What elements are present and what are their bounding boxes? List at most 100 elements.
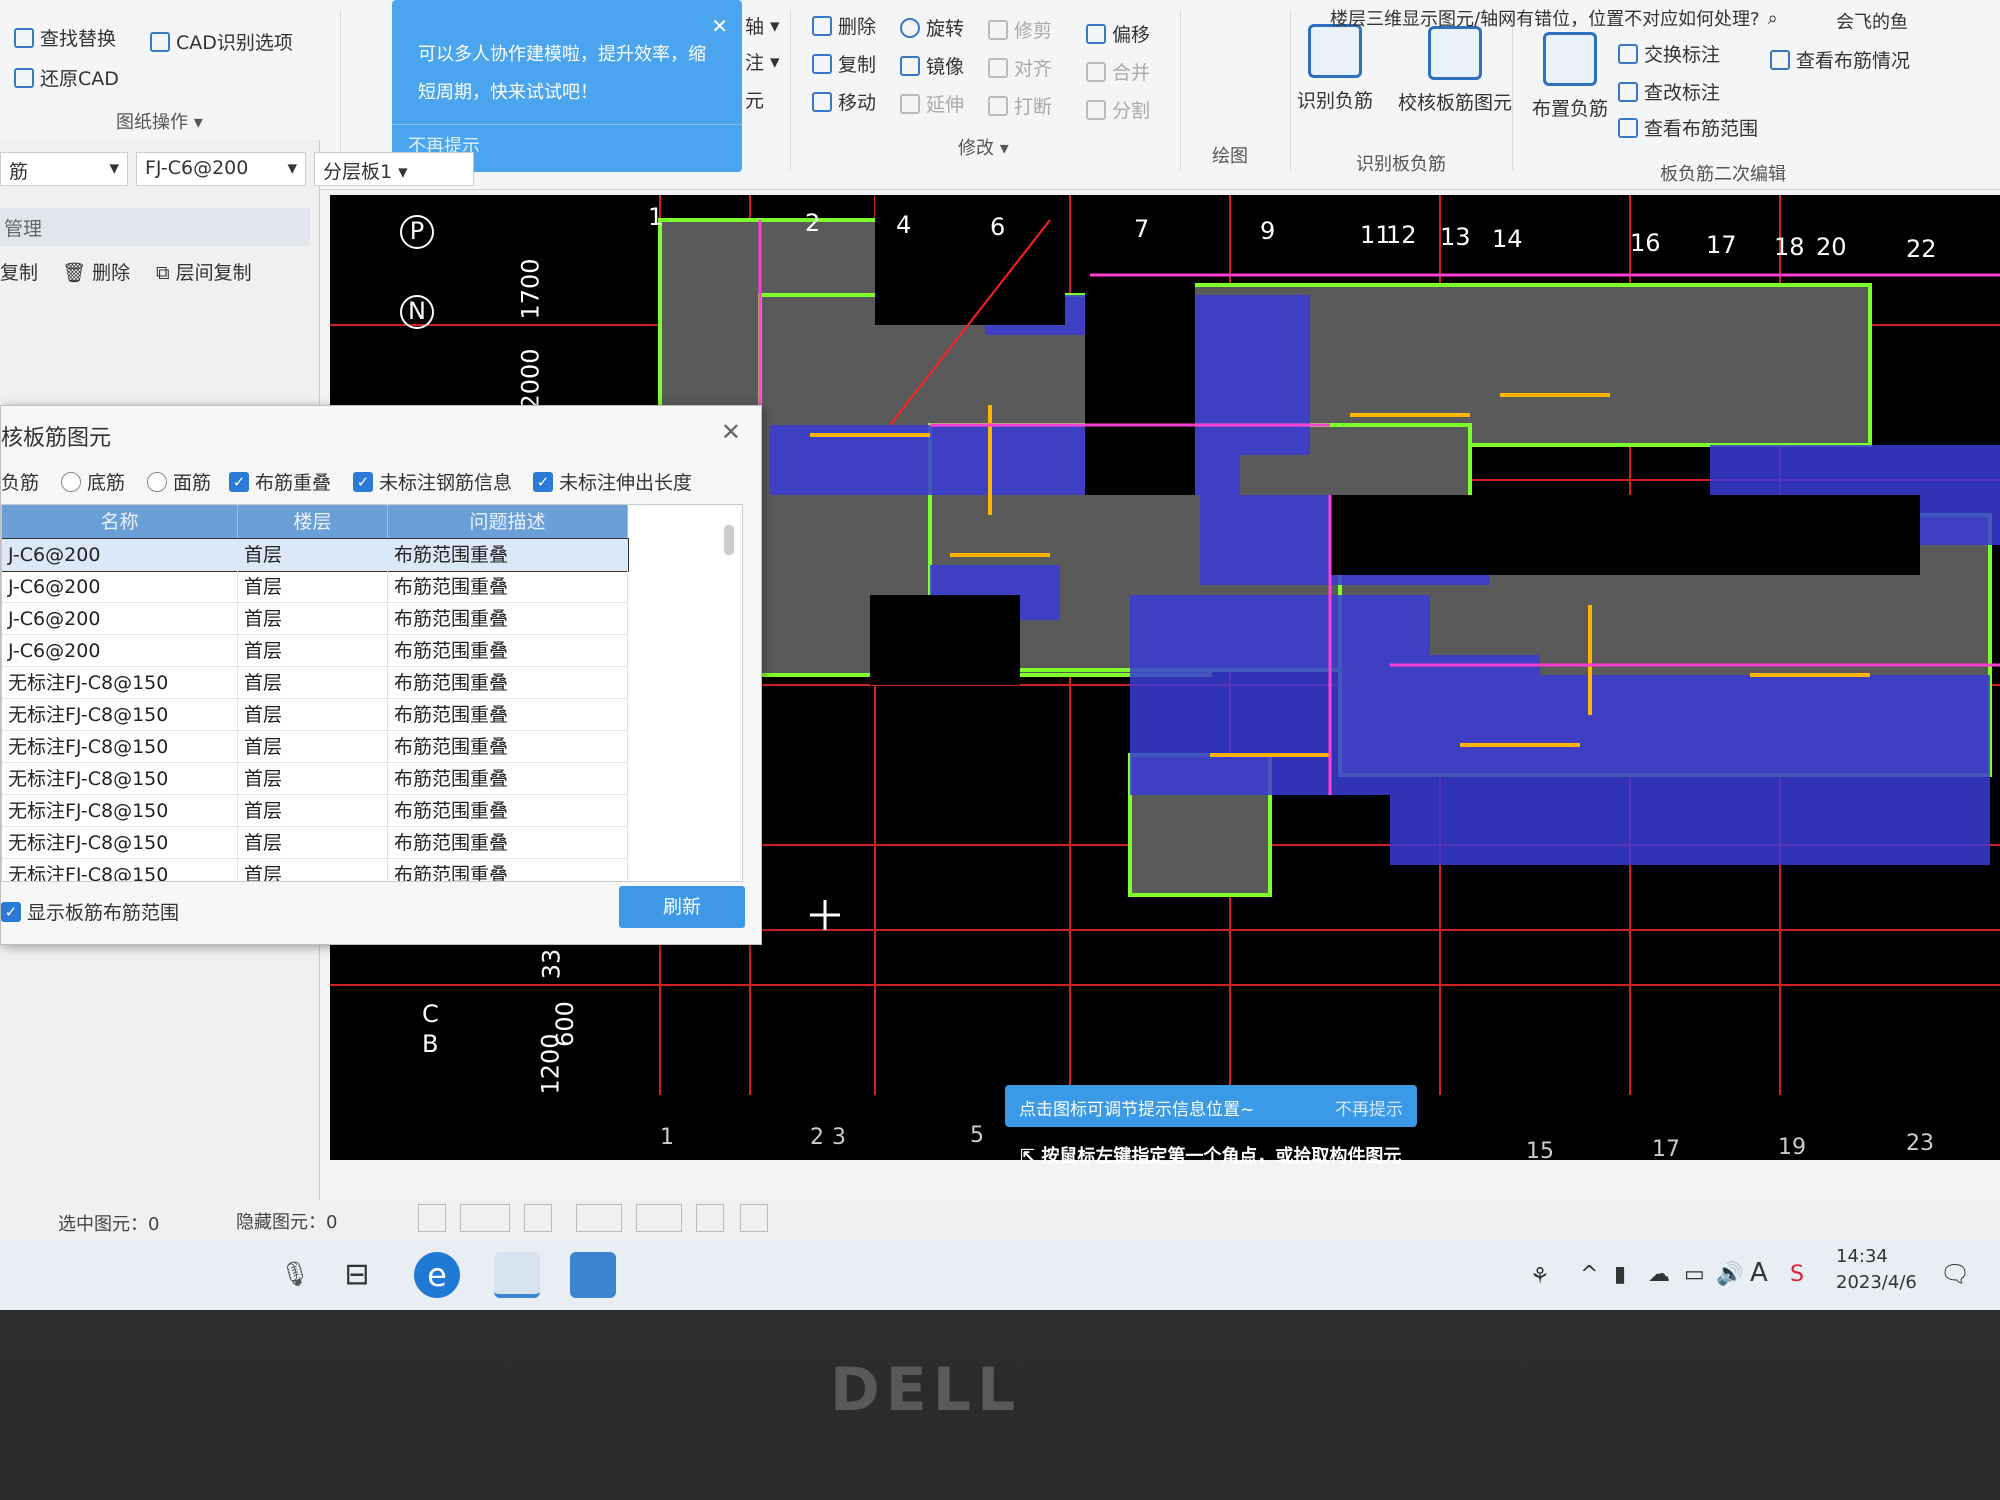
- canvas-tip-bar[interactable]: 点击图标可调节提示信息位置~ 不再提示: [1005, 1085, 1417, 1127]
- copy-tool-button[interactable]: 复制: [0, 258, 38, 285]
- move-button[interactable]: 移动: [812, 88, 876, 115]
- option-bottom-rebar[interactable]: 底筋: [61, 468, 125, 495]
- user-name[interactable]: 会飞的鱼: [1836, 8, 1908, 34]
- break-button[interactable]: 打断: [988, 92, 1052, 119]
- clock-time[interactable]: 14:34: [1836, 1246, 1888, 1267]
- sogou-input-icon[interactable]: S: [1790, 1262, 1804, 1287]
- find-replace-button[interactable]: 查找替换: [14, 24, 116, 51]
- restore-cad-button[interactable]: 还原CAD: [14, 64, 119, 91]
- view-rebar-range-button[interactable]: 查看布筋范围: [1618, 114, 1758, 141]
- close-icon[interactable]: ✕: [711, 14, 728, 38]
- identify-negative-rebar-button[interactable]: 识别负筋: [1280, 24, 1390, 113]
- arc-icon[interactable]: [740, 1204, 768, 1232]
- group-modify[interactable]: 修改 ▾: [958, 134, 1009, 160]
- option-top-rebar[interactable]: 面筋: [147, 468, 211, 495]
- help-search-bar[interactable]: 楼层三维显示图元/轴网有错位，位置不对应如何处理? ⌕: [1330, 2, 1830, 34]
- group-drawing-ops[interactable]: 图纸操作 ▾: [116, 108, 203, 134]
- slab-layer-select[interactable]: 分层板1 ▾: [314, 152, 474, 186]
- column-header-description[interactable]: 问题描述: [388, 505, 628, 539]
- angle-icon[interactable]: [576, 1204, 622, 1232]
- swap-label-button[interactable]: 交换标注: [1618, 40, 1720, 67]
- edge-browser-icon[interactable]: e: [414, 1252, 460, 1298]
- merge-button[interactable]: 合并: [1086, 58, 1150, 85]
- check-no-rebar-info[interactable]: ✓ 未标注钢筋信息: [353, 468, 512, 495]
- trim-button[interactable]: 修剪: [988, 16, 1052, 43]
- mirror-button[interactable]: 镜像: [900, 52, 964, 79]
- extend-button[interactable]: 延伸: [900, 90, 964, 117]
- glodon-app-icon[interactable]: [570, 1252, 616, 1298]
- show-range-option[interactable]: ✓ 显示板筋布筋范围: [1, 898, 179, 925]
- search-icon[interactable]: ⌕: [1768, 8, 1778, 29]
- bookmark-icon[interactable]: ▮: [1614, 1262, 1626, 1287]
- view-rebar-status-button[interactable]: 查看布筋情况: [1770, 46, 1910, 73]
- ortho-icon[interactable]: [636, 1204, 682, 1232]
- clock-date[interactable]: 2023/4/6: [1836, 1272, 1917, 1293]
- cloud-icon[interactable]: ☁: [1648, 1262, 1670, 1287]
- rebar-type-select[interactable]: 筋 ▾: [0, 152, 128, 186]
- rebar-name-select[interactable]: FJ-C6@200 ▾: [136, 152, 306, 186]
- check-rebar-icon: [1428, 26, 1482, 80]
- table-row[interactable]: J-C6@200 首层 布筋范围重叠: [2, 603, 628, 635]
- cell-name: 无标注FJ-C8@150: [2, 827, 238, 858]
- tab-management[interactable]: 管理: [0, 208, 310, 246]
- grid-icon[interactable]: [696, 1204, 724, 1232]
- cell-name: 无标注FJ-C8@150: [2, 763, 238, 794]
- radio-icon[interactable]: [147, 471, 167, 492]
- copy-button[interactable]: 复制: [812, 50, 876, 77]
- table-row[interactable]: J-C6@200 首层 布筋范围重叠: [2, 635, 628, 667]
- option-negative-rebar[interactable]: 负筋: [1, 468, 39, 495]
- axis-label: 18: [1774, 233, 1805, 261]
- place-negative-rebar-button[interactable]: 布置负筋: [1515, 32, 1625, 121]
- radio-icon[interactable]: [61, 471, 81, 492]
- cell-floor: 首层: [238, 731, 388, 762]
- table-row[interactable]: 无标注FJ-C8@150 首层 布筋范围重叠: [2, 795, 628, 827]
- checkbox-checked-icon[interactable]: ✓: [229, 471, 249, 492]
- table-row[interactable]: 无标注FJ-C8@150 首层 布筋范围重叠: [2, 667, 628, 699]
- dimension-label: 1700: [516, 258, 545, 320]
- microphone-icon[interactable]: 🎙: [280, 1260, 310, 1288]
- close-icon[interactable]: ✕: [721, 418, 741, 446]
- table-row[interactable]: 无标注FJ-C8@150 首层 布筋范围重叠: [2, 859, 628, 881]
- ime-indicator[interactable]: A: [1750, 1258, 1768, 1288]
- edit-label-button[interactable]: 查改标注: [1618, 78, 1720, 105]
- checkbox-checked-icon[interactable]: ✓: [1, 901, 21, 922]
- chevron-up-icon[interactable]: ^: [1580, 1262, 1598, 1287]
- checkbox-checked-icon[interactable]: ✓: [353, 471, 373, 492]
- split-button[interactable]: 分割: [1086, 96, 1150, 123]
- table-row[interactable]: 无标注FJ-C8@150 首层 布筋范围重叠: [2, 699, 628, 731]
- refresh-button[interactable]: 刷新: [619, 886, 745, 928]
- delete-tool-button[interactable]: 🗑 删除: [62, 258, 130, 285]
- align-button[interactable]: 对齐: [988, 54, 1052, 81]
- checkbox-checked-icon[interactable]: ✓: [533, 471, 553, 492]
- people-icon[interactable]: ⚘: [1530, 1264, 1550, 1289]
- volume-icon[interactable]: 🔊: [1716, 1262, 1743, 1287]
- table-row[interactable]: 无标注FJ-C8@150 首层 布筋范围重叠: [2, 731, 628, 763]
- tip-dismiss-link[interactable]: 不再提示: [1335, 1095, 1403, 1120]
- axis-side-label[interactable]: 轴 ▾: [745, 12, 780, 39]
- battery-icon[interactable]: ▭: [1684, 1262, 1705, 1287]
- delete-button[interactable]: 删除: [812, 12, 876, 39]
- check-no-extension[interactable]: ✓ 未标注伸出长度: [533, 468, 692, 495]
- column-header-name[interactable]: 名称: [2, 505, 238, 539]
- scrollbar-thumb[interactable]: [724, 525, 734, 555]
- select-mode-icon[interactable]: [460, 1204, 510, 1232]
- column-header-floor[interactable]: 楼层: [238, 505, 388, 539]
- floor-copy-button[interactable]: ⧉ 层间复制: [156, 258, 252, 285]
- offset-button[interactable]: 偏移: [1086, 20, 1150, 47]
- task-view-icon[interactable]: ⊟: [334, 1252, 380, 1298]
- check-overlap[interactable]: ✓ 布筋重叠: [229, 468, 331, 495]
- table-row[interactable]: J-C6@200 首层 布筋范围重叠: [2, 538, 629, 572]
- table-row[interactable]: 无标注FJ-C8@150 首层 布筋范围重叠: [2, 763, 628, 795]
- notification-icon[interactable]: 🗨: [1940, 1260, 1970, 1288]
- annotate-side-label[interactable]: 注 ▾: [745, 48, 780, 75]
- table-row[interactable]: J-C6@200 首层 布筋范围重叠: [2, 571, 628, 603]
- element-side-label[interactable]: 元: [745, 86, 764, 113]
- cell-name: 无标注FJ-C8@150: [2, 667, 238, 698]
- snap-icon[interactable]: [418, 1204, 446, 1232]
- table-row[interactable]: 无标注FJ-C8@150 首层 布筋范围重叠: [2, 827, 628, 859]
- cross-snap-icon[interactable]: [524, 1204, 552, 1232]
- check-slab-rebar-button[interactable]: 校核板筋图元: [1390, 26, 1520, 115]
- rotate-button[interactable]: 旋转: [900, 14, 964, 41]
- cad-options-button[interactable]: CAD识别选项: [150, 28, 293, 55]
- notepad-app-icon[interactable]: [494, 1252, 540, 1298]
